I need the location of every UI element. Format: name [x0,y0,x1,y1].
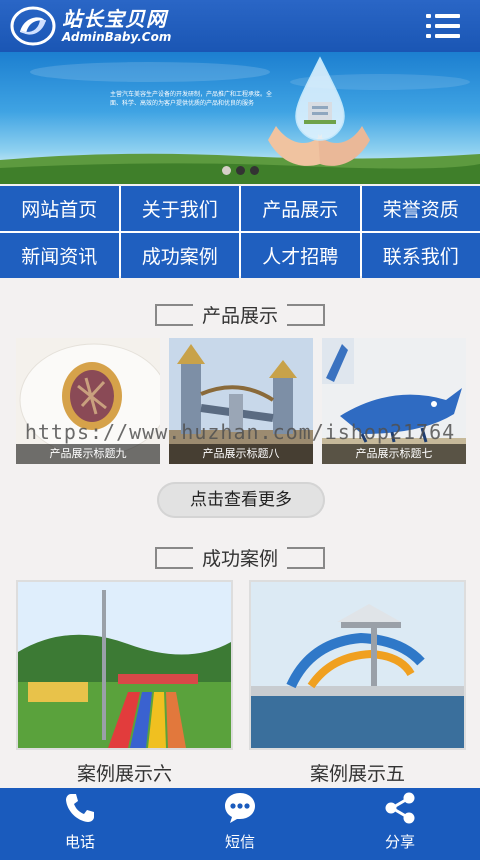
share-label: 分享 [384,833,415,851]
products-section-title: 产品展示 [195,305,284,327]
menu-icon-line [435,14,460,18]
menu-icon-dot [426,34,431,38]
product-card[interactable]: 产品展示标题八 [169,338,313,464]
watermark-text: https://www.huzhan.com/ishop21764 [24,420,456,444]
phone-button[interactable]: 电话 [0,788,160,860]
sms-label: 短信 [224,833,255,851]
phone-label: 电话 [64,833,95,851]
banner-dot-active[interactable] [235,165,245,175]
nav-item-contact[interactable]: 联系我们 [361,233,480,278]
menu-button[interactable] [426,13,460,39]
nav-item-news[interactable]: 新闻资讯 [0,233,119,278]
product-card[interactable]: 产品展示标题七 [322,338,466,464]
nav-item-cases[interactable]: 成功案例 [120,233,239,278]
nav-item-about[interactable]: 关于我们 [120,186,239,231]
product-caption: 产品展示标题九 [16,444,160,464]
product-caption: 产品展示标题八 [169,444,313,464]
logo-swirl-icon [10,6,56,46]
case-card[interactable]: 案例展示五 [249,580,466,790]
nav-item-products[interactable]: 产品展示 [241,186,360,231]
logo-subtitle: AdminBaby.Com [62,30,172,44]
case-caption: 案例展示六 [76,763,172,785]
bottom-bar: 电话 短信 分享 [0,788,480,860]
product-caption: 产品展示标题七 [322,444,466,464]
cases-section-title: 成功案例 [195,548,284,570]
main-nav: 网站首页 关于我们 产品展示 荣誉资质 新闻资讯 成功案例 人才招聘 联系我们 [0,186,480,278]
product-card[interactable]: 产品展示标题九 [16,338,160,464]
case-caption: 案例展示五 [309,763,405,785]
case-card[interactable]: 案例展示六 [16,580,233,790]
banner-pagination [0,163,480,177]
nav-item-honors[interactable]: 荣誉资质 [361,186,480,231]
banner-dot[interactable] [249,165,259,175]
nav-item-jobs[interactable]: 人才招聘 [241,233,360,278]
product-list: 产品展示标题九 产品展示标题八 产品展示标题七 [16,338,466,464]
site-logo[interactable]: 站长宝贝网 AdminBaby.Com [10,6,171,46]
share-button[interactable]: 分享 [320,788,480,860]
view-more-button[interactable]: 点击查看更多 [157,482,325,518]
message-icon [225,793,255,823]
logo-title: 站长宝贝网 [62,7,167,31]
menu-icon-line [435,24,460,28]
phone-icon [66,794,94,822]
menu-icon-dot [426,24,431,28]
page: 站长宝贝网 AdminBaby.Com 主营汽车美容生产设备的开发研制，产品推广… [0,0,480,860]
case-image [18,582,231,748]
sms-button[interactable]: 短信 [160,788,320,860]
menu-icon-dot [426,14,431,18]
share-icon [385,792,415,824]
cases-section-heading: 成功案例 [0,543,480,571]
case-list: 案例展示六 案例展示五 [16,580,466,790]
products-section-heading: 产品展示 [0,300,480,328]
banner-text: 主营汽车美容生产设备的开发研制，产品推广和工程承接。全面、科学、高效的为客户提供… [110,91,273,107]
header: 站长宝贝网 AdminBaby.Com [0,0,480,52]
nav-item-home[interactable]: 网站首页 [0,186,119,231]
case-image [251,582,464,748]
menu-icon-line [435,34,460,38]
banner-dot[interactable] [221,165,231,175]
